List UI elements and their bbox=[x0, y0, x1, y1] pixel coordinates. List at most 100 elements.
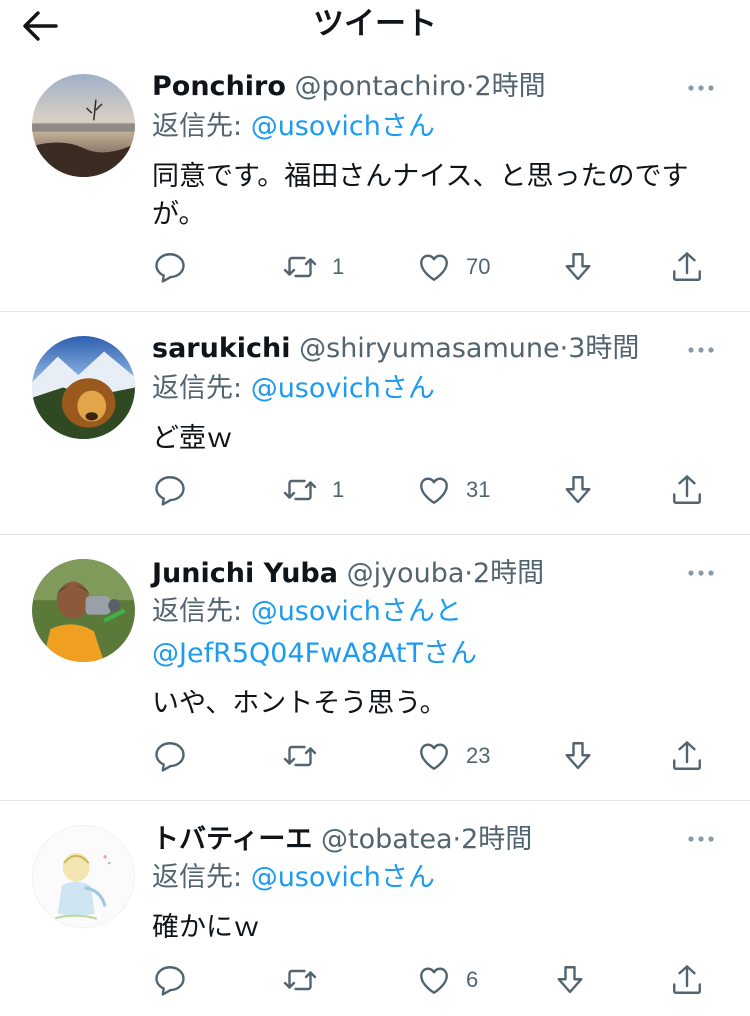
retweet-arrows-icon bbox=[282, 738, 318, 774]
display-name[interactable]: Ponchiro bbox=[152, 71, 286, 102]
like-button[interactable]: 70 bbox=[416, 247, 490, 287]
tweet-meta: Ponchiro @pontachiro·2時間 bbox=[152, 68, 546, 106]
reply-button[interactable] bbox=[152, 247, 188, 287]
reply-context: 返信先: @usovichさん bbox=[152, 859, 435, 897]
more-options-button[interactable] bbox=[686, 83, 716, 93]
retweet-count: 1 bbox=[332, 477, 345, 502]
tweet-text: 確かにｗ bbox=[152, 912, 260, 943]
tweet-meta: Junichi Yuba @jyouba·2時間 bbox=[152, 555, 544, 593]
retweet-arrows-icon bbox=[282, 962, 318, 998]
mention-link[interactable]: @JefR5Q04FwA8AtT bbox=[152, 638, 423, 669]
share-upload-icon bbox=[669, 472, 705, 508]
share-button[interactable] bbox=[669, 960, 705, 1000]
user-handle[interactable]: @pontachiro bbox=[295, 71, 466, 102]
download-arrow-icon bbox=[552, 962, 588, 998]
like-button[interactable]: 31 bbox=[416, 470, 490, 510]
reply-tweet[interactable]: sarukichi @shiryumasamune·3時間 返信先: @usov… bbox=[0, 312, 750, 535]
action-bar: 1 70 bbox=[152, 247, 722, 287]
mention-suffix: さん bbox=[380, 111, 435, 142]
mention-link[interactable]: @usovich bbox=[251, 111, 381, 142]
bookmark-button[interactable] bbox=[560, 470, 596, 510]
bookmark-button[interactable] bbox=[560, 247, 596, 287]
share-button[interactable] bbox=[669, 736, 705, 776]
ellipsis-icon bbox=[686, 568, 716, 578]
retweet-button[interactable] bbox=[282, 736, 332, 776]
ellipsis-icon bbox=[686, 83, 716, 93]
action-bar: 1 31 bbox=[152, 470, 722, 510]
mention-suffix: さん bbox=[380, 862, 435, 893]
like-count: 31 bbox=[466, 477, 491, 502]
mention-suffix: さん bbox=[380, 373, 435, 404]
tweet-meta: トバティーエ @tobatea·2時間 bbox=[152, 821, 532, 859]
tweet-text-continued: が。 bbox=[152, 199, 206, 230]
retweet-button[interactable]: 1 bbox=[282, 247, 344, 287]
tweet-text: いや、ホントそう思う。 bbox=[152, 688, 447, 719]
user-handle[interactable]: @jyouba bbox=[347, 558, 465, 589]
reply-context: 返信先: @usovichさん bbox=[152, 108, 435, 146]
timestamp[interactable]: 2時間 bbox=[474, 71, 545, 102]
comment-bubble-icon bbox=[152, 962, 188, 998]
reply-tweet[interactable]: トバティーエ @tobatea·2時間 返信先: @usovichさん 確かにｗ… bbox=[0, 801, 750, 1016]
ellipsis-icon bbox=[686, 834, 716, 844]
action-bar: 6 bbox=[152, 960, 722, 1000]
heart-icon bbox=[416, 738, 452, 774]
download-arrow-icon bbox=[560, 249, 596, 285]
more-options-button[interactable] bbox=[686, 834, 716, 844]
reply-label: 返信先: bbox=[152, 596, 251, 627]
like-count: 6 bbox=[466, 967, 479, 992]
avatar[interactable] bbox=[32, 336, 135, 439]
comment-bubble-icon bbox=[152, 472, 188, 508]
bookmark-button[interactable] bbox=[552, 960, 588, 1000]
download-arrow-icon bbox=[560, 738, 596, 774]
separator-dot: · bbox=[464, 558, 473, 589]
share-button[interactable] bbox=[669, 247, 705, 287]
separator-dot: · bbox=[452, 824, 462, 855]
share-button[interactable] bbox=[669, 470, 705, 510]
mention-link[interactable]: @usovich bbox=[251, 373, 381, 404]
download-arrow-icon bbox=[560, 472, 596, 508]
like-count: 23 bbox=[466, 743, 491, 768]
like-button[interactable]: 6 bbox=[416, 960, 478, 1000]
separator-dot: · bbox=[559, 333, 569, 364]
timestamp[interactable]: 2時間 bbox=[461, 824, 532, 855]
reply-tweet[interactable]: Junichi Yuba @jyouba·2時間 返信先: @usovichさん… bbox=[0, 535, 750, 801]
reply-button[interactable] bbox=[152, 470, 188, 510]
mention-link[interactable]: @usovich bbox=[251, 596, 381, 627]
retweet-button[interactable]: 1 bbox=[282, 470, 344, 510]
avatar[interactable] bbox=[32, 825, 135, 928]
like-count: 70 bbox=[466, 254, 491, 279]
reply-label: 返信先: bbox=[152, 111, 251, 142]
avatar[interactable] bbox=[32, 559, 135, 662]
share-upload-icon bbox=[669, 738, 705, 774]
page-title: ツイート bbox=[313, 6, 437, 42]
like-button[interactable]: 23 bbox=[416, 736, 490, 776]
avatar[interactable] bbox=[32, 74, 135, 177]
user-handle[interactable]: @shiryumasamune bbox=[299, 333, 559, 364]
retweet-count: 1 bbox=[332, 254, 345, 279]
user-handle[interactable]: @tobatea bbox=[321, 824, 453, 855]
heart-icon bbox=[416, 472, 452, 508]
share-upload-icon bbox=[669, 962, 705, 998]
tweet-meta: sarukichi @shiryumasamune·3時間 bbox=[152, 330, 639, 368]
action-bar: 23 bbox=[152, 736, 722, 776]
mention-link[interactable]: @usovich bbox=[251, 862, 381, 893]
reply-button[interactable] bbox=[152, 960, 188, 1000]
reply-label: 返信先: bbox=[152, 373, 251, 404]
timestamp[interactable]: 2時間 bbox=[473, 558, 544, 589]
timestamp[interactable]: 3時間 bbox=[568, 333, 639, 364]
display-name[interactable]: Junichi Yuba bbox=[152, 558, 338, 589]
bookmark-button[interactable] bbox=[560, 736, 596, 776]
retweet-button[interactable] bbox=[282, 960, 332, 1000]
display-name[interactable]: トバティーエ bbox=[152, 824, 312, 855]
reply-label: 返信先: bbox=[152, 862, 251, 893]
reply-button[interactable] bbox=[152, 736, 188, 776]
more-options-button[interactable] bbox=[686, 568, 716, 578]
tweet-text: ど壺ｗ bbox=[152, 423, 233, 454]
display-name[interactable]: sarukichi bbox=[152, 333, 291, 364]
reply-context-continued: @JefR5Q04FwA8AtTさん bbox=[152, 635, 477, 673]
share-upload-icon bbox=[669, 249, 705, 285]
more-options-button[interactable] bbox=[686, 345, 716, 355]
retweet-arrows-icon bbox=[282, 472, 318, 508]
heart-icon bbox=[416, 962, 452, 998]
reply-tweet[interactable]: Ponchiro @pontachiro·2時間 返信先: @usovichさん… bbox=[0, 52, 750, 312]
